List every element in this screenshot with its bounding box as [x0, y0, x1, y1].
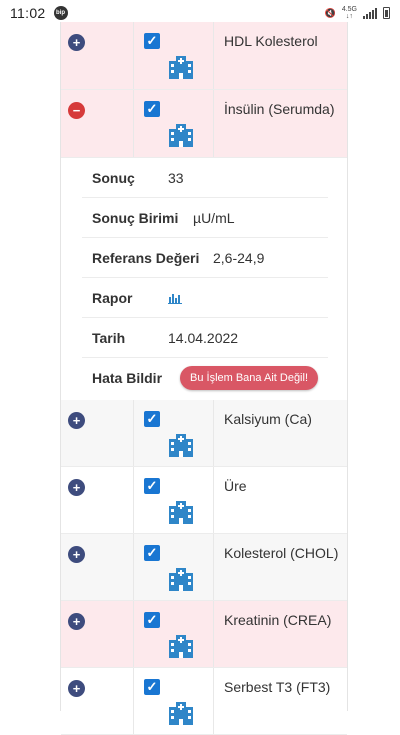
- mute-icon: 🔇: [324, 7, 336, 18]
- result-value: 33: [168, 169, 184, 186]
- not-mine-button[interactable]: Bu İşlem Bana Ait Değil!: [180, 365, 319, 390]
- detail-row-reference: Referans Değeri 2,6-24,9: [82, 238, 328, 278]
- detail-row-date: Tarih 14.04.2022: [82, 318, 328, 358]
- expand-plus-icon[interactable]: +: [68, 680, 85, 697]
- expand-plus-icon[interactable]: +: [68, 34, 85, 51]
- network-indicator: 4.5G ↓↑: [341, 6, 357, 20]
- detail-row-unit: Sonuç Birimi µU/mL: [82, 198, 328, 238]
- test-name: Serbest T3 (FT3): [224, 679, 331, 695]
- checkbox-checked-icon[interactable]: ✓: [144, 478, 160, 494]
- status-time: 11:02: [10, 5, 46, 21]
- reference-label: Referans Değeri: [92, 249, 200, 266]
- result-detail-panel: Sonuç 33 Sonuç Birimi µU/mL Referans Değ…: [82, 158, 328, 397]
- reference-value: 2,6-24,9: [213, 249, 265, 266]
- expand-plus-icon[interactable]: +: [68, 546, 85, 563]
- result-label: Sonuç: [92, 169, 135, 186]
- hospital-icon: [169, 501, 193, 524]
- hospital-icon: [169, 702, 193, 725]
- checkbox-checked-icon[interactable]: ✓: [144, 679, 160, 695]
- table-row-urea[interactable]: + ✓ Üre: [61, 467, 347, 534]
- date-value: 14.04.2022: [168, 329, 239, 346]
- table-row-creatinine[interactable]: + ✓ Kreatinin (CREA): [61, 601, 347, 668]
- detail-row-error: Hata Bildir Bu İşlem Bana Ait Değil!: [82, 358, 328, 397]
- table-row-ft3[interactable]: + ✓ Serbest T3 (FT3): [61, 668, 347, 735]
- collapse-minus-icon[interactable]: −: [68, 102, 85, 119]
- table-row-hdl[interactable]: + ✓ HDL Kolesterol: [61, 22, 347, 90]
- signal-icon: [363, 7, 377, 19]
- expand-plus-icon[interactable]: +: [68, 479, 85, 496]
- test-name: HDL Kolesterol: [224, 33, 318, 49]
- unit-value: µU/mL: [193, 209, 235, 226]
- error-label: Hata Bildir: [92, 369, 163, 386]
- bar-chart-icon[interactable]: [168, 292, 182, 304]
- hospital-icon: [169, 635, 193, 658]
- expand-plus-icon[interactable]: +: [68, 613, 85, 630]
- table-row-calcium[interactable]: + ✓ Kalsiyum (Ca): [61, 400, 347, 467]
- date-label: Tarih: [92, 329, 126, 346]
- test-name: İnsülin (Serumda): [224, 101, 335, 117]
- carrier-badge-icon: bip: [53, 6, 68, 20]
- hospital-icon: [169, 124, 193, 147]
- expand-plus-icon[interactable]: +: [68, 412, 85, 429]
- checkbox-checked-icon[interactable]: ✓: [144, 101, 160, 117]
- unit-label: Sonuç Birimi: [92, 209, 179, 226]
- hospital-icon: [169, 568, 193, 591]
- checkbox-checked-icon[interactable]: ✓: [144, 545, 160, 561]
- battery-icon: [383, 7, 390, 19]
- hospital-icon: [169, 56, 193, 79]
- detail-row-report: Rapor: [82, 278, 328, 318]
- detail-row-result: Sonuç 33: [82, 158, 328, 198]
- report-label: Rapor: [92, 289, 133, 306]
- checkbox-checked-icon[interactable]: ✓: [144, 612, 160, 628]
- test-results-table-continued: + ✓ Kalsiyum (Ca) + ✓ Üre + ✓ Kolesterol…: [60, 400, 348, 735]
- test-name: Üre: [224, 478, 247, 494]
- test-name: Kalsiyum (Ca): [224, 411, 312, 427]
- table-row-cholesterol[interactable]: + ✓ Kolesterol (CHOL): [61, 534, 347, 601]
- checkbox-checked-icon[interactable]: ✓: [144, 33, 160, 49]
- test-name: Kreatinin (CREA): [224, 612, 332, 628]
- hospital-icon: [169, 434, 193, 457]
- checkbox-checked-icon[interactable]: ✓: [144, 411, 160, 427]
- table-row-insulin[interactable]: − ✓ İnsülin (Serumda): [61, 90, 347, 158]
- test-name: Kolesterol (CHOL): [224, 545, 339, 561]
